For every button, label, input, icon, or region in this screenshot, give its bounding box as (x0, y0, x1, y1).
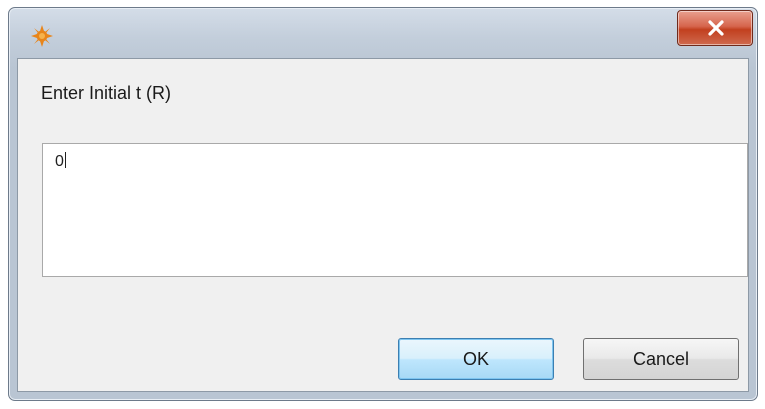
dialog-window: Enter Initial t (R) 0 OK Cancel (8, 7, 758, 401)
sunburst-icon (31, 25, 53, 47)
text-caret (64, 152, 66, 168)
prompt-label: Enter Initial t (R) (41, 83, 172, 103)
dialog-body: Enter Initial t (R) 0 OK Cancel (17, 58, 749, 392)
title-bar[interactable] (9, 8, 757, 58)
ok-button[interactable]: OK (398, 338, 554, 380)
close-icon (708, 20, 724, 36)
value-input[interactable]: 0 (42, 143, 748, 277)
input-text: 0 (55, 153, 64, 170)
close-button[interactable] (677, 10, 753, 46)
cancel-button[interactable]: Cancel (583, 338, 739, 380)
